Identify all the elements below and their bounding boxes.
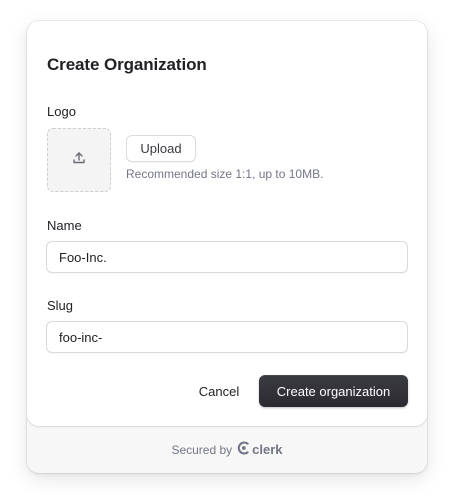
cancel-button[interactable]: Cancel <box>185 375 253 407</box>
slug-input[interactable] <box>46 321 408 353</box>
slug-label: Slug <box>47 298 74 313</box>
clerk-logo-icon <box>237 441 250 458</box>
logo-placeholder[interactable] <box>47 128 111 192</box>
upload-hint: Recommended size 1:1, up to 10MB. <box>126 167 324 181</box>
create-organization-dialog: Create Organization Logo Upload Recommen… <box>27 21 427 473</box>
name-label: Name <box>47 218 82 233</box>
upload-icon <box>71 150 87 171</box>
create-organization-button[interactable]: Create organization <box>259 375 408 407</box>
dialog-title: Create Organization <box>47 55 207 74</box>
clerk-brand-link[interactable]: clerk <box>237 441 283 458</box>
name-input[interactable] <box>46 241 408 273</box>
upload-button[interactable]: Upload <box>126 135 196 162</box>
logo-label: Logo <box>47 104 76 119</box>
secured-by-text: Secured by <box>171 442 233 457</box>
dialog-body: Create Organization Logo Upload Recommen… <box>27 21 427 426</box>
secured-by-footer: Secured by clerk <box>27 426 427 473</box>
clerk-brand-text: clerk <box>252 442 283 457</box>
